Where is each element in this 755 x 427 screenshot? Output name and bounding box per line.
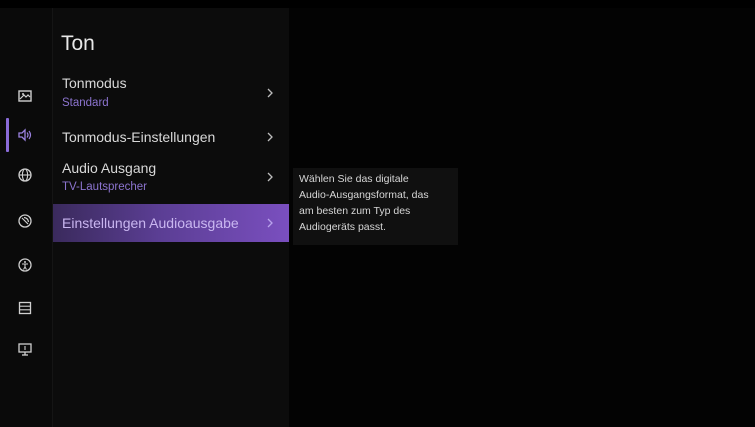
top-bar [0,0,755,8]
display-icon[interactable] [14,338,36,360]
active-category-indicator [6,118,9,152]
menu-item-tonmodus[interactable]: Tonmodus Standard [53,68,289,116]
picture-icon[interactable] [14,85,36,107]
help-text-line: Audiogeräts passt. [299,221,386,233]
sound-icon[interactable] [14,124,36,146]
network-icon[interactable] [14,164,36,186]
menu-item-value: TV-Lautsprecher [62,181,148,193]
menu-item-einstellungen-audioausgabe[interactable]: Einstellungen Audioausgabe [53,204,289,242]
help-text-line: Audio-Ausgangsformat, das [299,189,429,201]
help-text: Wählen Sie das digitale Audio-Ausgangsfo… [299,171,459,235]
menu-item-value: Standard [62,97,109,109]
menu-item-audio-ausgang[interactable]: Audio Ausgang TV-Lautsprecher [53,155,289,205]
help-text-line: Wählen Sie das digitale [299,173,409,185]
chevron-right-icon [267,172,273,182]
menu-item-label: Tonmodus [62,75,127,91]
chevron-right-icon [267,132,273,142]
list-icon[interactable] [14,297,36,319]
chevron-right-icon [267,88,273,98]
remote-icon[interactable] [14,210,36,232]
menu-item-label: Audio Ausgang [62,160,157,176]
menu-item-label: Einstellungen Audioausgabe [62,215,239,231]
help-info-box: Wählen Sie das digitale Audio-Ausgangsfo… [293,168,458,245]
menu-item-tonmodus-einstellungen[interactable]: Tonmodus-Einstellungen [53,120,289,154]
chevron-right-icon [267,218,273,228]
page-title: Ton [61,32,95,55]
menu-item-label: Tonmodus-Einstellungen [62,129,216,145]
help-text-line: am besten zum Typ des [299,205,411,217]
accessibility-icon[interactable] [14,254,36,276]
